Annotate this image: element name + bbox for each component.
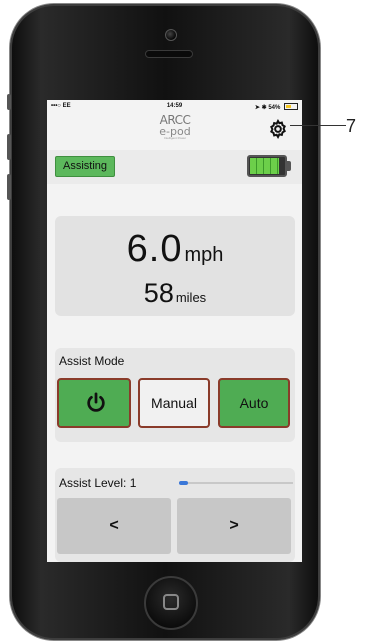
speed-value: 6.0 bbox=[126, 228, 183, 270]
home-square-icon bbox=[163, 594, 179, 610]
battery-percent: 54% bbox=[268, 105, 281, 111]
decrease-level-button[interactable]: < bbox=[57, 498, 171, 554]
location-icon: ➤ bbox=[254, 105, 260, 111]
distance-readout: 58 miles bbox=[55, 278, 295, 309]
mute-switch bbox=[7, 94, 11, 110]
auto-mode-button[interactable]: Auto bbox=[218, 378, 290, 428]
battery-tip bbox=[287, 161, 291, 171]
increase-level-button[interactable]: > bbox=[177, 498, 291, 554]
bluetooth-icon: ✱ bbox=[261, 105, 267, 111]
battery-mini-icon bbox=[284, 103, 298, 110]
home-button[interactable] bbox=[144, 576, 198, 630]
battery-level-fill bbox=[250, 158, 279, 174]
app-screen: •••○ EE 14:59 ➤ ✱ 54% ARCC e-pod Intelli… bbox=[47, 100, 302, 562]
front-camera bbox=[165, 29, 177, 41]
app-logo: ARCC e-pod Intelligent Power bbox=[151, 114, 199, 144]
assist-level-label: Assist Level: 1 bbox=[59, 476, 137, 490]
volume-up-button bbox=[7, 134, 11, 160]
phone-frame: •••○ EE 14:59 ➤ ✱ 54% ARCC e-pod Intelli… bbox=[7, 4, 320, 640]
assist-mode-title: Assist Mode bbox=[59, 354, 125, 368]
ios-status-bar: •••○ EE 14:59 ➤ ✱ 54% bbox=[47, 100, 302, 112]
assist-mode-panel: Assist Mode Manual Auto bbox=[55, 348, 295, 442]
power-icon bbox=[87, 392, 105, 412]
assist-level-fill bbox=[179, 481, 189, 485]
settings-gear-icon[interactable] bbox=[268, 119, 288, 139]
battery-icon bbox=[247, 155, 287, 177]
volume-down-button bbox=[7, 174, 11, 200]
distance-value: 58 bbox=[143, 278, 174, 308]
speed-unit: mph bbox=[184, 244, 224, 266]
manual-mode-button[interactable]: Manual bbox=[138, 378, 210, 428]
power-button[interactable] bbox=[57, 378, 131, 428]
logo-tagline: Intelligent Power bbox=[163, 136, 187, 140]
callout-number: 7 bbox=[346, 116, 357, 136]
assist-level-slider[interactable] bbox=[179, 481, 293, 485]
status-battery: ➤ ✱ 54% bbox=[255, 103, 298, 111]
earpiece-speaker bbox=[145, 50, 193, 58]
callout-line bbox=[290, 125, 346, 126]
distance-unit: miles bbox=[175, 290, 207, 305]
assist-level-panel: Assist Level: 1 < > bbox=[55, 468, 295, 562]
speed-readout: 6.0 mph bbox=[55, 228, 295, 271]
speed-panel: 6.0 mph 58 miles bbox=[55, 216, 295, 316]
status-badge: Assisting bbox=[55, 156, 116, 177]
